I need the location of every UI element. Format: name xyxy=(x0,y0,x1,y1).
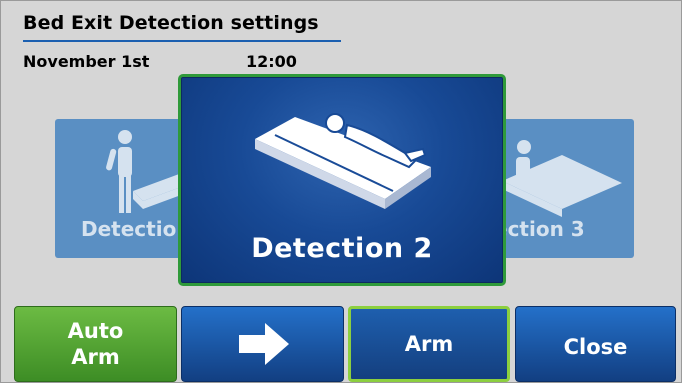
auto-arm-line1: Auto xyxy=(67,318,124,343)
detection-2-label: Detection 2 xyxy=(251,233,433,264)
close-button[interactable]: Close xyxy=(515,306,676,382)
person-sitting-bed-icon xyxy=(502,140,622,217)
arm-button[interactable]: Arm xyxy=(348,306,510,382)
arm-button-label: Arm xyxy=(404,331,454,356)
detection-1-label: Detectio xyxy=(81,217,177,241)
next-button[interactable] xyxy=(181,306,344,382)
person-lying-bed-icon xyxy=(255,113,431,209)
detection-3-label: ection 3 xyxy=(494,217,585,241)
close-button-label: Close xyxy=(563,334,628,359)
auto-arm-button[interactable]: Auto Arm xyxy=(14,306,177,382)
page-title: Bed Exit Detection settings xyxy=(23,12,319,34)
detection-2-card[interactable]: Detection 2 xyxy=(178,74,506,286)
date-label: November 1st xyxy=(23,52,150,71)
time-label: 12:00 xyxy=(246,52,297,71)
auto-arm-line2: Arm xyxy=(71,345,120,369)
title-underline xyxy=(23,40,341,42)
arrow-right-icon xyxy=(238,323,289,365)
